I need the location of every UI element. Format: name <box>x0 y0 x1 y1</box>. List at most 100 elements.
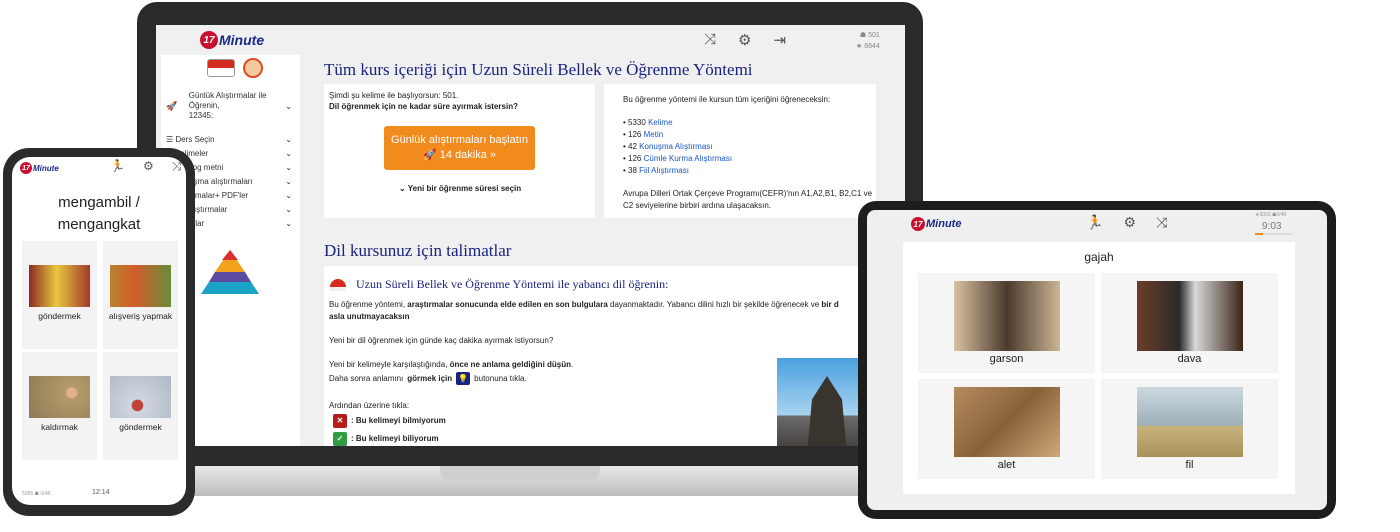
phone-time: 12:14 <box>92 489 110 496</box>
sidebar-daily-count: 12345: <box>188 111 214 120</box>
yes-label: : Bu kelimeyi biliyorum <box>351 434 439 443</box>
card-image <box>954 281 1060 351</box>
runner-icon[interactable]: 🏃 <box>1086 214 1103 231</box>
answer-card[interactable]: göndermek <box>22 241 97 349</box>
card-label: fil <box>1185 459 1194 471</box>
instructions-p1: Bu öğrenme yöntemi, araştırmalar sonucun… <box>329 299 869 311</box>
instructions-p1-end: asla unutmayacaksın <box>329 312 410 321</box>
flag-icon[interactable] <box>207 59 235 77</box>
list-num: • 126 <box>623 130 642 139</box>
p4-text: Daha sonra anlamını <box>329 373 404 383</box>
progress-bar <box>1255 233 1293 235</box>
tablet-stats: ★3003 ☗0/48 <box>1255 212 1287 218</box>
list-link[interactable]: Kelime <box>648 118 672 127</box>
card-image <box>110 376 171 418</box>
yes-row: ✓ : Bu kelimeyi biliyorum <box>333 432 439 446</box>
card-label: alışveriş yapmak <box>108 311 173 321</box>
card-image <box>110 265 171 307</box>
logo-badge: 17 <box>911 217 925 231</box>
card-label: kaldırmak <box>41 422 78 432</box>
chevron-down-icon: ⌄ <box>285 219 292 228</box>
cefr-text: Avrupa Dilleri Ortak Çerçeve Programı(CE… <box>623 189 873 210</box>
instructions-p2: Yeni bir dil öğrenmek için günde kaç dak… <box>329 336 554 345</box>
stat-bottom: 6644 <box>864 43 880 50</box>
answer-card[interactable]: alışveriş yapmak <box>103 241 178 349</box>
answer-card[interactable]: garson <box>918 273 1095 373</box>
card-label: göndermek <box>38 311 81 321</box>
start-card: Şimdi şu kelime ile başlıyorsun: 501. Di… <box>324 84 595 218</box>
sidebar-item-0[interactable]: ☰ Ders Seçin ⌄ <box>166 135 292 144</box>
sidebar-item-label: Ders Seçin <box>175 135 215 144</box>
list-item: • 38 Fiil Alıştırması <box>623 165 732 177</box>
logo[interactable]: 17 Minute <box>911 217 961 231</box>
tablet-top-icons: 🏃 ⚙ ⤨ <box>1086 214 1167 231</box>
check-icon: ✓ <box>333 432 347 446</box>
p4-bold: görmek için <box>407 373 453 383</box>
runner-icon[interactable]: 🏃 <box>110 159 125 174</box>
shuffle-icon[interactable]: ⤨ <box>172 159 182 174</box>
chevron-down-icon: ⌄ <box>285 191 292 200</box>
sidebar-daily[interactable]: 🚀 Günlük Alıştırmalar ile Öğrenin, 12345:… <box>166 91 292 121</box>
laptop-screen: 17 Minute ⤨ ⚙ ⇥ ☗ 501 ★ 6644 🚀 Günlük Al… <box>156 25 905 446</box>
card-image <box>1137 387 1243 457</box>
list-link[interactable]: Konuşma Alıştırması <box>639 142 712 151</box>
list-item: • 5330 Kelime <box>623 117 732 129</box>
answer-card[interactable]: kaldırmak <box>22 352 97 460</box>
shuffle-icon[interactable]: ⤨ <box>1156 214 1167 231</box>
tablet-time: 9:03 <box>1262 221 1282 232</box>
stat-top: 501 <box>868 32 880 39</box>
card-image <box>29 265 90 307</box>
chevron-down-icon: ⌄ <box>285 205 292 214</box>
p1-text2: dayanmaktadır. Yabancı dilini hızlı bir … <box>607 300 822 309</box>
gear-icon[interactable]: ⚙ <box>738 31 751 49</box>
progress-fill <box>1255 233 1263 235</box>
p1-bold2: bir d <box>821 300 839 309</box>
phone-screen: 17 Minute 🏃 ⚙ ⤨ mengambil / mengangkat g… <box>12 157 186 505</box>
pyramid-icon <box>201 250 259 294</box>
list-link[interactable]: Fiil Alıştırması <box>639 166 689 175</box>
phone-word: mengambil / mengangkat <box>57 194 141 233</box>
chevron-down-icon: ⌄ <box>285 149 292 158</box>
p1-bold: araştırmalar sonucunda elde edilen en so… <box>407 300 608 309</box>
answer-card[interactable]: fil <box>1101 379 1278 479</box>
quiz-panel: gajah garson dava alet fil <box>903 242 1295 494</box>
chevron-down-icon: ⌄ <box>285 177 292 186</box>
answer-card[interactable]: göndermek <box>103 352 178 460</box>
temple-shape <box>807 376 847 446</box>
no-label: : Bu kelimeyi bilmiyorum <box>351 416 446 425</box>
start-daily-button[interactable]: Günlük alıştırmaları başlatın 🚀 14 dakik… <box>384 126 535 170</box>
instructions-p4: Daha sonra anlamını görmek için 💡 butonuna… <box>329 372 527 385</box>
card-image <box>954 387 1060 457</box>
stats: ☗ 501 ★ 6644 <box>856 32 880 50</box>
gear-icon[interactable]: ⚙ <box>143 159 154 174</box>
card-image <box>29 376 90 418</box>
laptop-frame: 17 Minute ⤨ ⚙ ⇥ ☗ 501 ★ 6644 🚀 Günlük Al… <box>137 2 923 470</box>
list-link[interactable]: Metin <box>644 130 664 139</box>
logo[interactable]: 17 Minute <box>200 31 264 49</box>
card-image <box>1137 281 1243 351</box>
section-title: Dil kursunuz için talimatlar <box>324 241 512 260</box>
avatar[interactable] <box>243 58 263 78</box>
instructions-p3: Yeni bir kelimeyle karşılaştığında, önce… <box>329 360 574 369</box>
p1-text: Bu öğrenme yöntemi, <box>329 300 408 309</box>
card-label: alet <box>997 459 1016 471</box>
shuffle-icon[interactable]: ⤨ <box>704 31 716 49</box>
list-item: • 42 Konuşma Alıştırması <box>623 141 732 153</box>
choose-time-label: Yeni bir öğrenme süresi seçin <box>407 184 522 193</box>
gear-icon[interactable]: ⚙ <box>1123 214 1136 231</box>
answer-card[interactable]: alet <box>918 379 1095 479</box>
list-link[interactable]: Cümle Kurma Alıştırması <box>644 154 732 163</box>
rocket-icon: 🚀 <box>422 149 437 161</box>
laptop-notch <box>440 466 600 480</box>
answer-card[interactable]: dava <box>1101 273 1278 373</box>
p4-text2: butonuna tıkla. <box>474 373 527 383</box>
list-num: • 126 <box>623 154 642 163</box>
phone-stats: 5286 ☗ 0/48 <box>22 491 51 497</box>
flag-icon <box>330 279 346 291</box>
x-icon: ✕ <box>333 414 347 428</box>
choose-time-link[interactable]: ⌄ Yeni bir öğrenme süresi seçin <box>399 183 521 195</box>
card-label: dava <box>1177 353 1202 365</box>
rocket-icon: 🚀 <box>166 100 178 111</box>
logo[interactable]: 17 Minute <box>20 162 59 174</box>
logout-icon[interactable]: ⇥ <box>773 31 786 49</box>
